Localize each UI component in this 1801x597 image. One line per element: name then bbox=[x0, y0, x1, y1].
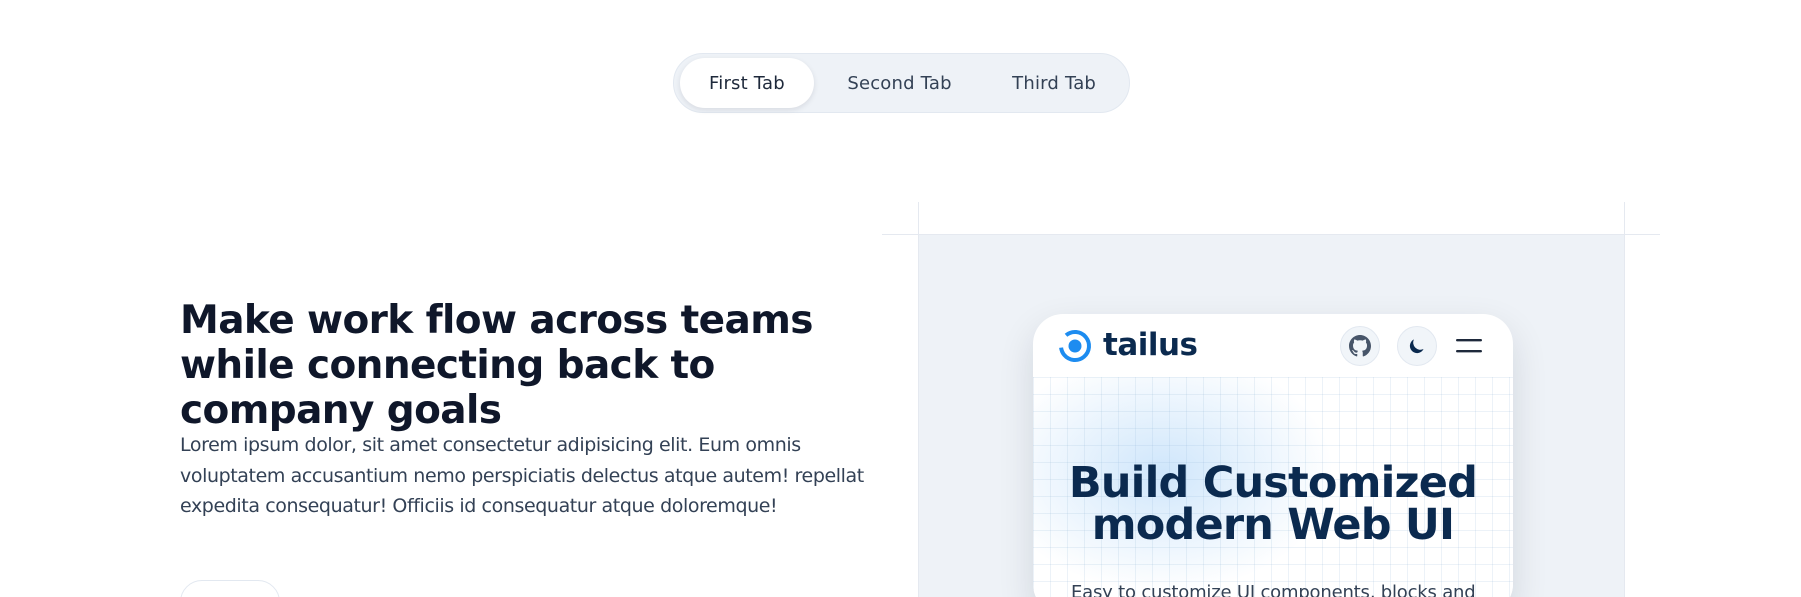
learn-more-button[interactable] bbox=[180, 580, 280, 597]
tab-bar: First Tab Second Tab Third Tab bbox=[673, 53, 1130, 113]
section-headline: Make work flow across teams while connec… bbox=[180, 298, 813, 433]
logo-icon bbox=[1059, 330, 1091, 362]
github-icon bbox=[1349, 335, 1371, 357]
tab-second[interactable]: Second Tab bbox=[814, 58, 985, 108]
moon-icon bbox=[1409, 339, 1424, 354]
tab-first[interactable]: First Tab bbox=[680, 58, 814, 108]
tab-third[interactable]: Third Tab bbox=[985, 58, 1123, 108]
hero-title: Build Customized modern Web UI bbox=[1068, 458, 1478, 550]
menu-icon[interactable] bbox=[1456, 336, 1482, 356]
panel-grid-line-right bbox=[1624, 202, 1625, 597]
section-paragraph: Lorem ipsum dolor, sit amet consectetur … bbox=[180, 434, 864, 517]
brand-name[interactable]: tailus bbox=[1103, 326, 1198, 364]
phone-navbar: tailus bbox=[1033, 314, 1513, 377]
github-button[interactable] bbox=[1340, 326, 1380, 366]
theme-toggle-button[interactable] bbox=[1397, 326, 1437, 366]
phone-hero: Build Customized modern Web UI Easy to c… bbox=[1033, 377, 1513, 597]
phone-mockup: Build Customized modern Web UI Easy to c… bbox=[1033, 314, 1513, 597]
hero-subtitle: Easy to customize UI components, blocks … bbox=[1071, 582, 1476, 597]
